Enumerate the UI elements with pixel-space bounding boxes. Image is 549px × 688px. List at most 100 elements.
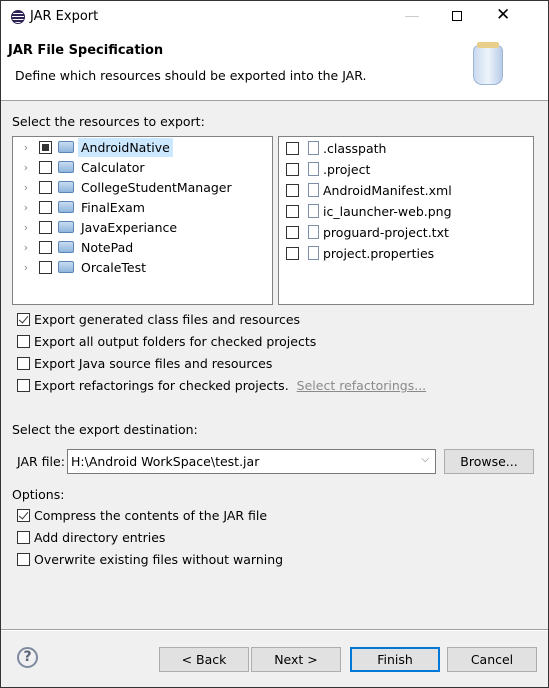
- tree-item[interactable]: › OrcaleTest: [13, 257, 149, 277]
- window-title: JAR Export: [30, 9, 99, 24]
- checkbox[interactable]: [286, 225, 299, 239]
- checkbox[interactable]: [39, 200, 52, 214]
- close-button[interactable]: ✕: [496, 5, 510, 25]
- option-label: Export refactorings for checked projects…: [34, 378, 289, 393]
- project-name: FinalExam: [81, 199, 145, 215]
- option-label: Add directory entries: [34, 530, 166, 545]
- checkbox[interactable]: [39, 220, 52, 234]
- page-description: Define which resources should be exporte…: [15, 68, 367, 83]
- project-folder-icon: [58, 241, 74, 253]
- xml-file-icon: [308, 162, 319, 176]
- file-item[interactable]: proguard-project.txt: [279, 222, 449, 242]
- chevron-right-icon[interactable]: ›: [19, 221, 33, 234]
- project-folder-icon: [58, 181, 74, 193]
- checkbox[interactable]: [17, 335, 30, 348]
- tree-item[interactable]: › AndroidNative: [13, 137, 173, 157]
- file-name: AndroidManifest.xml: [323, 182, 452, 198]
- xml-file-icon: [308, 141, 319, 155]
- tree-item[interactable]: › FinalExam: [13, 197, 148, 217]
- next-label: Next >: [274, 652, 318, 667]
- finish-button[interactable]: Finish: [350, 647, 440, 672]
- back-label: < Back: [181, 652, 227, 667]
- checkbox[interactable]: [17, 531, 30, 544]
- checkbox[interactable]: [39, 140, 52, 154]
- option-checkbox[interactable]: Export Java source files and resources: [17, 356, 272, 371]
- file-item[interactable]: project.properties: [279, 243, 434, 263]
- select-refactorings-link[interactable]: Select refactorings...: [297, 378, 426, 393]
- text-file-icon: [308, 246, 319, 260]
- checkbox[interactable]: [286, 204, 299, 218]
- checkbox[interactable]: [39, 180, 52, 194]
- tree-item[interactable]: › Calculator: [13, 157, 147, 177]
- jar-file-combo[interactable]: H:\Android WorkSpace\test.jar ⌵: [67, 449, 436, 474]
- chevron-right-icon[interactable]: ›: [19, 161, 33, 174]
- option-checkbox[interactable]: Export generated class files and resourc…: [17, 312, 300, 327]
- project-folder-icon: [58, 141, 74, 153]
- project-name: OrcaleTest: [81, 259, 147, 275]
- chevron-right-icon[interactable]: ›: [19, 181, 33, 194]
- file-name: .classpath: [323, 140, 387, 156]
- option-checkbox[interactable]: Export all output folders for checked pr…: [17, 334, 316, 349]
- jar-file-value: H:\Android WorkSpace\test.jar: [71, 454, 260, 469]
- chevron-down-icon[interactable]: ⌵: [421, 454, 429, 465]
- file-item[interactable]: AndroidManifest.xml: [279, 180, 452, 200]
- next-button[interactable]: Next >: [251, 647, 341, 672]
- finish-label: Finish: [377, 652, 413, 667]
- tree-item[interactable]: › CollegeStudentManager: [13, 177, 235, 197]
- option-label: Export all output folders for checked pr…: [34, 334, 317, 349]
- checkbox[interactable]: [39, 160, 52, 174]
- wizard-header: JAR File Specification Define which reso…: [1, 33, 548, 101]
- checkbox[interactable]: [39, 260, 52, 274]
- title-bar: JAR Export ✕: [1, 1, 548, 33]
- option-checkbox[interactable]: Add directory entries: [17, 530, 165, 545]
- chevron-right-icon[interactable]: ›: [19, 241, 33, 254]
- project-name: CollegeStudentManager: [81, 179, 232, 195]
- project-name: AndroidNative: [78, 137, 173, 157]
- project-tree[interactable]: › AndroidNative › Calculator › CollegeStudent…: [12, 136, 273, 305]
- help-icon[interactable]: ?: [17, 647, 38, 668]
- option-checkbox[interactable]: Export refactorings for checked projects…: [17, 378, 426, 393]
- jar-icon: [473, 45, 503, 85]
- checkbox[interactable]: [17, 379, 30, 392]
- checkbox[interactable]: [17, 509, 30, 522]
- project-folder-icon: [58, 201, 74, 213]
- file-item[interactable]: ic_launcher-web.png: [279, 201, 452, 221]
- project-name: JavaExperiance: [81, 219, 178, 235]
- file-item[interactable]: .classpath: [279, 138, 386, 158]
- browse-button[interactable]: Browse...: [444, 449, 534, 474]
- resources-label: Select the resources to export:: [12, 114, 205, 129]
- option-checkbox[interactable]: Compress the contents of the JAR file: [17, 508, 267, 523]
- option-checkbox[interactable]: Overwrite existing files without warning: [17, 552, 283, 567]
- checkbox[interactable]: [286, 162, 299, 176]
- maximize-button[interactable]: [452, 11, 462, 21]
- page-title: JAR File Specification: [8, 43, 164, 58]
- text-file-icon: [308, 225, 319, 239]
- back-button[interactable]: < Back: [159, 647, 249, 672]
- chevron-right-icon[interactable]: ›: [19, 261, 33, 274]
- jar-export-dialog: JAR Export ✕ JAR File Specification Defi…: [0, 0, 549, 688]
- project-name: Calculator: [81, 159, 145, 175]
- checkbox[interactable]: [39, 240, 52, 254]
- cancel-button[interactable]: Cancel: [447, 647, 537, 672]
- checkbox[interactable]: [17, 553, 30, 566]
- chevron-right-icon[interactable]: ›: [19, 141, 33, 154]
- file-name: ic_launcher-web.png: [323, 203, 452, 219]
- minimize-button[interactable]: [405, 16, 419, 17]
- file-list[interactable]: .classpath .project AndroidManifest.xml ic_…: [278, 136, 534, 305]
- project-folder-icon: [58, 261, 74, 273]
- cancel-label: Cancel: [470, 652, 514, 667]
- checkbox[interactable]: [17, 357, 30, 370]
- option-label: Export Java source files and resources: [34, 356, 273, 371]
- destination-label: Select the export destination:: [12, 422, 198, 437]
- option-label: Overwrite existing files without warning: [34, 552, 284, 567]
- checkbox[interactable]: [17, 313, 30, 326]
- chevron-right-icon[interactable]: ›: [19, 201, 33, 214]
- file-name: proguard-project.txt: [323, 224, 449, 240]
- checkbox[interactable]: [286, 183, 299, 197]
- tree-item[interactable]: › JavaExperiance: [13, 217, 180, 237]
- tree-item[interactable]: › NotePad: [13, 237, 136, 257]
- project-folder-icon: [58, 221, 74, 233]
- file-item[interactable]: .project: [279, 159, 370, 179]
- checkbox[interactable]: [286, 246, 299, 260]
- checkbox[interactable]: [286, 141, 299, 155]
